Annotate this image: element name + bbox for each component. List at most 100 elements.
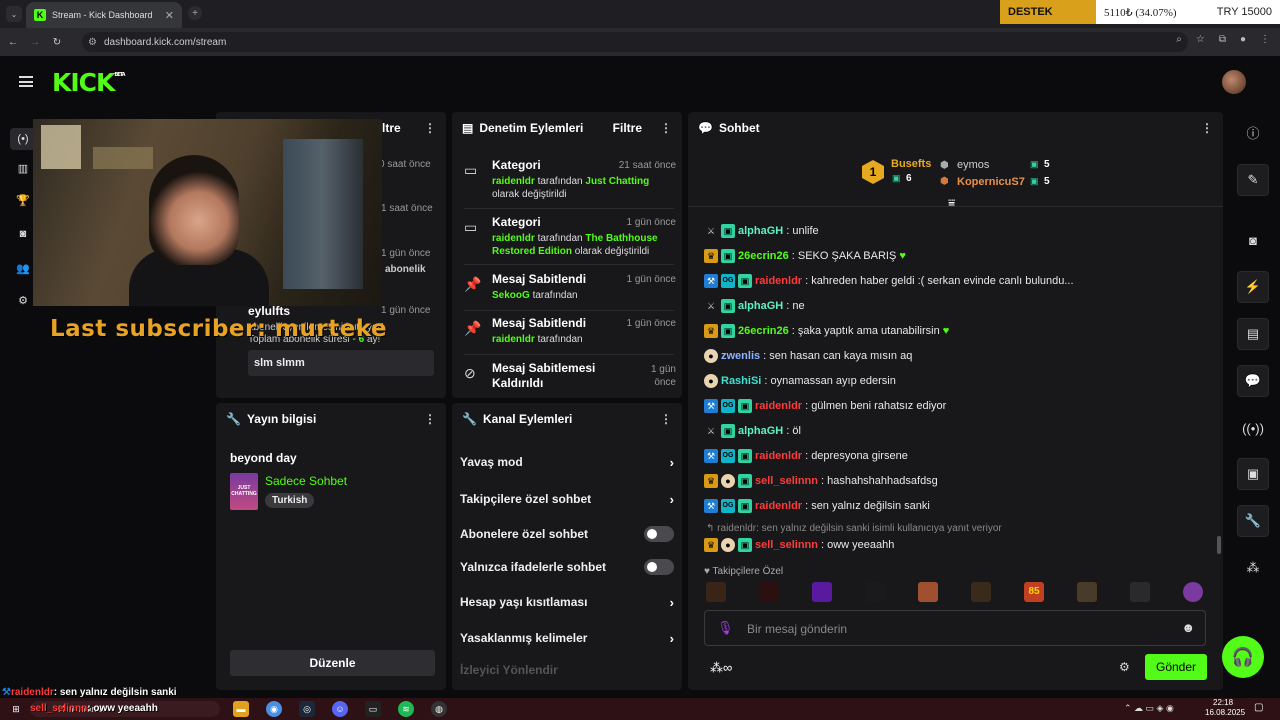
browser-menu-icon[interactable]: ⋮: [1260, 34, 1270, 45]
more-icon[interactable]: ⋮: [660, 121, 672, 135]
chat-input-box[interactable]: 🎙 Bir mesaj gönderin ☻: [704, 610, 1206, 646]
file-explorer-icon[interactable]: ▬: [233, 701, 249, 717]
emotes-only-toggle[interactable]: [644, 559, 674, 575]
lightning-icon[interactable]: ⚡: [1237, 271, 1269, 303]
emote-thumb[interactable]: [918, 582, 938, 602]
new-tab-button[interactable]: +: [188, 6, 202, 20]
edit-icon[interactable]: ✎: [1237, 164, 1269, 196]
top-gifter-count: 6: [906, 173, 912, 184]
chat-input[interactable]: Bir mesaj gönderin: [747, 622, 847, 636]
support-headset-icon[interactable]: 🎧: [1222, 636, 1264, 678]
subscribers-only-option[interactable]: Abonelere özel sohbet: [460, 524, 674, 544]
emote-thumb[interactable]: [1130, 582, 1150, 602]
emotes-only-option[interactable]: Yalnızca ifadelerle sohbet: [460, 557, 674, 577]
gifter-name[interactable]: eymos: [957, 159, 989, 171]
chat-message: ⚒ OG ▣ raidenldr: kahreden haber geldi :( s…: [704, 274, 1074, 288]
browser-tab[interactable]: K Stream - Kick Dashboard ✕: [26, 2, 182, 28]
zoom-icon[interactable]: ⌕: [1176, 34, 1182, 45]
chat-message: ⚔ ▣ alphaGH: ne: [704, 299, 805, 313]
analytics-icon[interactable]: ▥: [16, 162, 30, 176]
notes-icon[interactable]: ▤: [1237, 318, 1269, 350]
more-icon[interactable]: ⋮: [660, 412, 672, 426]
community-icon[interactable]: ⁂∞: [710, 660, 732, 676]
steam-icon[interactable]: ◎: [299, 701, 315, 717]
chat-settings-icon[interactable]: ⚙: [1119, 660, 1130, 674]
followers-only-option[interactable]: Takipçilere özel sohbet ›: [460, 489, 674, 509]
emote-thumb[interactable]: [971, 582, 991, 602]
mod-filter-button[interactable]: Filtre: [613, 121, 642, 135]
emoji-icon[interactable]: ☻: [1181, 620, 1195, 635]
tab-search-icon[interactable]: ⌄: [6, 6, 22, 22]
terminal-icon[interactable]: ▭: [365, 701, 381, 717]
emote-thumb[interactable]: [706, 582, 726, 602]
back-icon[interactable]: ←: [4, 37, 22, 48]
spotify-icon[interactable]: ≋: [398, 701, 414, 717]
og-badge-icon: OG: [721, 399, 735, 413]
gift-badge-icon: ▣: [721, 424, 735, 438]
tray-icons[interactable]: ⌃ ☁ ▭ ◈ ◉: [1124, 703, 1174, 714]
trophy-icon[interactable]: 🏆: [16, 194, 30, 208]
site-settings-icon[interactable]: ⚙: [88, 37, 97, 48]
user-avatar[interactable]: [1222, 70, 1246, 94]
edit-button[interactable]: Düzenle: [230, 650, 435, 676]
rank-1-badge: 1: [862, 160, 884, 184]
chat-panel: 💬 Sohbet ⋮ 1 Busefts ▣ 6 ⬢ eymos ▣ 5 ⬢ Kop…: [688, 112, 1223, 690]
tab-close-icon[interactable]: ✕: [165, 9, 174, 22]
media-icon[interactable]: ▣: [1237, 458, 1269, 490]
extensions-icon[interactable]: ⧉: [1219, 34, 1226, 45]
activity-filter-label[interactable]: ltre: [382, 121, 401, 135]
host-option[interactable]: İzleyici Yönlendir: [460, 660, 674, 680]
subscribers-only-toggle[interactable]: [644, 526, 674, 542]
info-icon[interactable]: ⓘ: [1237, 116, 1269, 148]
account-age-option[interactable]: Hesap yaşı kısıtlaması ›: [460, 592, 674, 612]
clip-icon[interactable]: ◙: [1237, 224, 1269, 256]
more-icon[interactable]: ⋮: [1201, 121, 1213, 135]
more-icon[interactable]: ⋮: [424, 121, 436, 135]
tab-title: Stream - Kick Dashboard: [52, 10, 153, 20]
wrench-icon[interactable]: 🔧: [1237, 505, 1269, 537]
kick-header: KICKBETA: [0, 56, 1280, 108]
emote-thumb[interactable]: [1183, 582, 1203, 602]
menu-icon[interactable]: [19, 76, 33, 87]
chrome-icon[interactable]: ◉: [266, 701, 282, 717]
browser-tab-bar: ⌄ K Stream - Kick Dashboard ✕ + DESTEK 5…: [0, 0, 1280, 28]
chat-icon[interactable]: 💬: [1237, 365, 1269, 397]
emote-thumb[interactable]: [812, 582, 832, 602]
notification-icon[interactable]: ▢: [1254, 702, 1263, 713]
clock-time[interactable]: 22:18: [1213, 698, 1233, 707]
apps-icon[interactable]: ⁂: [1237, 552, 1269, 584]
emote-thumb[interactable]: [865, 582, 885, 602]
broadcast-icon[interactable]: ((•)): [1237, 412, 1269, 444]
send-button[interactable]: Gönder: [1145, 654, 1207, 680]
community-icon[interactable]: 👥: [16, 262, 30, 276]
rank-3-badge: ⬢: [940, 176, 949, 187]
gifter-name[interactable]: KopernicuS7: [957, 176, 1025, 188]
emote-thumb[interactable]: 85: [1024, 582, 1044, 602]
forward-icon[interactable]: →: [26, 37, 44, 48]
slow-mode-option[interactable]: Yavaş mod ›: [460, 452, 674, 472]
profile-icon[interactable]: ●: [1240, 34, 1246, 45]
url-input[interactable]: ⚙ dashboard.kick.com/stream: [82, 32, 1188, 52]
microphone-icon[interactable]: 🎙: [717, 620, 734, 636]
windows-start-icon[interactable]: ⊞: [8, 701, 24, 717]
emote-thumb[interactable]: [1077, 582, 1097, 602]
emote-thumb[interactable]: [759, 582, 779, 602]
more-icon[interactable]: ⋮: [424, 412, 436, 426]
camera-icon[interactable]: ◙: [16, 228, 30, 242]
clock-date[interactable]: 16.08.2025: [1205, 708, 1245, 717]
pin-icon: 📌: [464, 320, 482, 336]
reload-icon[interactable]: ↻: [48, 37, 66, 48]
gift-badge-icon: ▣: [721, 249, 735, 263]
chat-scrollbar[interactable]: [1217, 536, 1221, 554]
kick-logo[interactable]: KICKBETA: [52, 68, 126, 97]
category-name[interactable]: Sadece Sohbet: [265, 474, 347, 488]
gift-icon: ▣: [1030, 176, 1039, 186]
webcam-preview: [33, 119, 382, 306]
obs-icon[interactable]: ◍: [431, 701, 447, 717]
top-gifter-name[interactable]: Busefts: [891, 158, 931, 170]
discord-icon[interactable]: ☺: [332, 701, 348, 717]
settings-icon[interactable]: ⚙: [16, 294, 30, 308]
bookmark-star-icon[interactable]: ☆: [1196, 34, 1205, 45]
collapse-icon[interactable]: ⩸: [948, 196, 955, 211]
banned-words-option[interactable]: Yasaklanmış kelimeler ›: [460, 628, 674, 648]
